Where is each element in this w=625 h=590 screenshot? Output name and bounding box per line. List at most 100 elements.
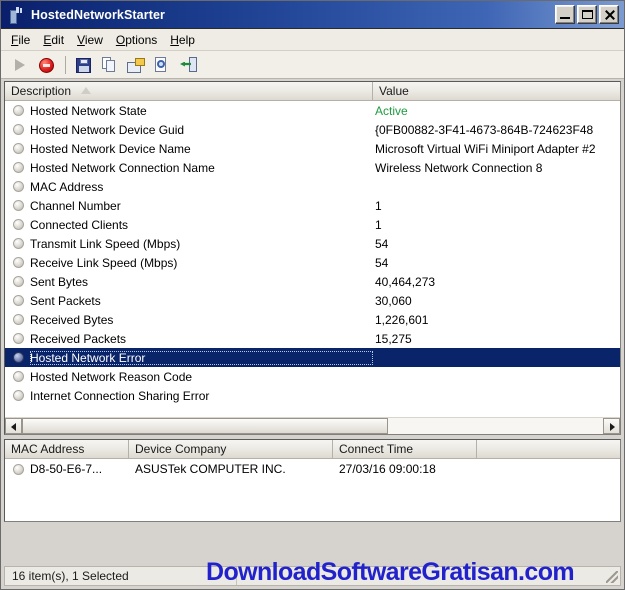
window-controls [555,5,621,24]
cell-value: 30,060 [375,293,412,308]
row-bullet-icon [13,181,24,192]
table-row[interactable]: Transmit Link Speed (Mbps) 54 [5,234,620,253]
cell-description: Hosted Network Device Name [30,141,191,156]
toolbar [1,51,624,79]
table-row[interactable]: Received Bytes 1,226,601 [5,310,620,329]
column-header-value[interactable]: Value [373,82,620,100]
scroll-right-button[interactable] [603,418,620,434]
cell-value: Microsoft Virtual WiFi Miniport Adapter … [375,141,596,156]
cell-device-company: ASUSTek COMPUTER INC. [135,462,286,476]
row-bullet-icon [13,333,24,344]
row-bullet-icon [13,295,24,306]
scrollbar-track[interactable] [22,418,603,434]
row-bullet-icon [13,143,24,154]
save-button[interactable] [72,54,96,76]
cell-value: 15,275 [375,331,412,346]
column-header-device-company-label: Device Company [135,442,227,456]
table-row[interactable]: Internet Connection Sharing Error [5,386,620,405]
properties-button[interactable] [124,54,148,76]
window-title: HostedNetworkStarter [31,7,165,22]
cell-description: Received Bytes [30,312,114,327]
column-header-mac-address[interactable]: MAC Address [5,440,129,458]
cell-description: MAC Address [30,179,104,194]
list-rows: Hosted Network State Active Hosted Network… [5,101,620,416]
table-row[interactable]: Hosted Network Device Guid {0FB00882-3F41… [5,120,620,139]
table-row[interactable]: Hosted Network State Active [5,101,620,120]
cell-description: Receive Link Speed (Mbps) [30,255,178,270]
cell-value: Active [375,103,408,118]
table-row[interactable]: Hosted Network Error [5,348,620,367]
table-row[interactable]: Hosted Network Connection Name Wireless N… [5,158,620,177]
maximize-button[interactable] [577,5,597,24]
title-bar: HostedNetworkStarter [1,1,624,29]
cell-description: Hosted Network Reason Code [30,369,193,384]
magnifier-page-icon [154,56,170,73]
menu-edit[interactable]: Edit [39,31,73,49]
table-row[interactable]: Hosted Network Device Name Microsoft Virt… [5,139,620,158]
table-row[interactable]: Receive Link Speed (Mbps) 54 [5,253,620,272]
copy-pages-icon [102,56,118,73]
cell-description: Connected Clients [30,217,129,232]
clients-rows: D8-50-E6-7... ASUSTek COMPUTER INC. 27/03/… [5,459,620,479]
network-adapter-icon [7,6,25,24]
cell-mac-address: D8-50-E6-7... [5,462,129,476]
row-bullet-icon [13,463,24,475]
column-header-connect-time[interactable]: Connect Time [333,440,477,458]
cell-description: Hosted Network Connection Name [30,160,215,175]
clients-list-header: MAC Address Device Company Connect Time [5,440,620,459]
copy-button[interactable] [98,54,122,76]
arrow-left-icon [11,423,16,431]
row-bullet-icon [13,238,24,249]
exit-button[interactable] [176,54,200,76]
cell-mac-address-label: D8-50-E6-7... [30,462,103,476]
toolbar-separator [65,55,66,74]
table-row[interactable]: Connected Clients 1 [5,215,620,234]
cell-description: Hosted Network State [30,103,147,118]
cell-description: Transmit Link Speed (Mbps) [30,236,181,251]
column-header-blank[interactable] [477,440,620,458]
resize-grip[interactable] [606,571,618,583]
row-bullet-icon [13,257,24,268]
table-row[interactable]: Sent Bytes 40,464,273 [5,272,620,291]
connected-clients-list[interactable]: MAC Address Device Company Connect Time … [4,439,621,522]
menu-bar: File Edit View Options Help [1,29,624,51]
cell-value: Wireless Network Connection 8 [375,160,543,175]
table-row[interactable]: Received Packets 15,275 [5,329,620,348]
stop-icon [39,57,54,73]
status-bar: 16 item(s), 1 Selected [4,566,621,586]
table-row[interactable]: MAC Address [5,177,620,196]
exit-door-icon [180,56,197,73]
row-bullet-icon [13,314,24,325]
client-row[interactable]: D8-50-E6-7... ASUSTek COMPUTER INC. 27/03/… [5,459,620,479]
cell-value: 40,464,273 [375,274,436,289]
cell-description: Received Packets [30,331,127,346]
start-hosted-network-button[interactable] [9,54,33,76]
stop-hosted-network-button[interactable] [35,54,59,76]
menu-options[interactable]: Options [112,31,166,49]
cell-description: Channel Number [30,198,121,213]
application-window: HostedNetworkStarter File Edit View Opti… [0,0,625,590]
floppy-disk-icon [76,57,91,73]
table-row[interactable]: Sent Packets 30,060 [5,291,620,310]
hosted-network-properties-list[interactable]: Description Value Hosted Network State Ac… [4,81,621,435]
cell-connect-time: 27/03/16 09:00:18 [339,462,436,476]
scroll-left-button[interactable] [5,418,22,434]
minimize-button[interactable] [555,5,575,24]
folder-properties-icon [127,57,145,73]
row-bullet-icon [13,124,24,135]
cell-value: 1 [375,198,382,213]
menu-help[interactable]: Help [166,31,204,49]
scrollbar-thumb[interactable] [22,418,389,434]
table-row[interactable]: Hosted Network Reason Code [5,367,620,386]
html-report-button[interactable] [150,54,174,76]
close-button[interactable] [599,5,619,24]
horizontal-scrollbar[interactable] [5,417,620,434]
column-header-device-company[interactable]: Device Company [129,440,333,458]
cell-description: Hosted Network Error [30,350,373,365]
arrow-right-icon [610,423,615,431]
table-row[interactable]: Channel Number 1 [5,196,620,215]
menu-file[interactable]: File [7,31,39,49]
menu-view[interactable]: View [73,31,112,49]
row-bullet-icon [13,371,24,382]
column-header-description[interactable]: Description [5,82,373,100]
